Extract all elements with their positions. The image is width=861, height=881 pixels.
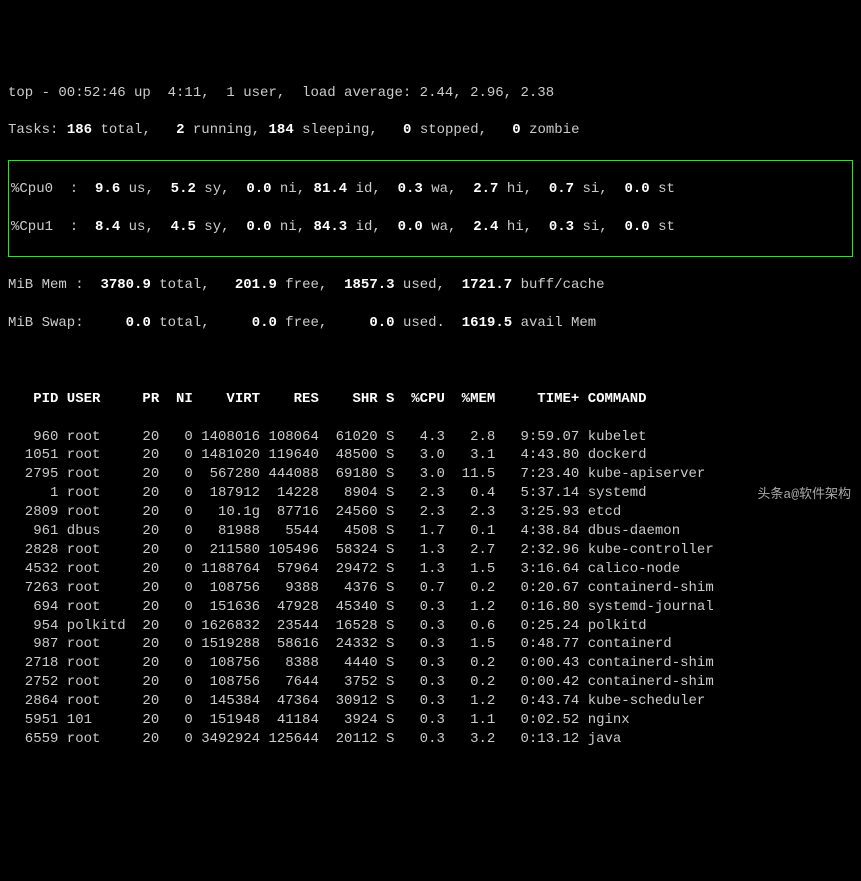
process-row: 2809 root 20 0 10.1g 87716 24560 S 2.3 2… [8,503,853,522]
tasks-line: Tasks: 186 total, 2 running, 184 sleepin… [8,121,853,140]
process-row: 987 root 20 0 1519288 58616 24332 S 0.3 … [8,635,853,654]
process-row: 5951 101 20 0 151948 41184 3924 S 0.3 1.… [8,711,853,730]
process-list: 960 root 20 0 1408016 108064 61020 S 4.3… [8,428,853,749]
process-row: 6559 root 20 0 3492924 125644 20112 S 0.… [8,730,853,749]
process-row: 2828 root 20 0 211580 105496 58324 S 1.3… [8,541,853,560]
cpu-highlight-box: %Cpu0 : 9.6 us, 5.2 sy, 0.0 ni, 81.4 id,… [8,160,853,256]
process-row: 960 root 20 0 1408016 108064 61020 S 4.3… [8,428,853,447]
swap-line: MiB Swap: 0.0 total, 0.0 free, 0.0 used.… [8,314,853,333]
process-row: 961 dbus 20 0 81988 5544 4508 S 1.7 0.1 … [8,522,853,541]
cpu1-line: %Cpu1 : 8.4 us, 4.5 sy, 0.0 ni, 84.3 id,… [11,218,850,237]
process-row: 1051 root 20 0 1481020 119640 48500 S 3.… [8,446,853,465]
process-row: 1 root 20 0 187912 14228 8904 S 2.3 0.4 … [8,484,853,503]
process-row: 954 polkitd 20 0 1626832 23544 16528 S 0… [8,617,853,636]
process-row: 694 root 20 0 151636 47928 45340 S 0.3 1… [8,598,853,617]
process-row: 7263 root 20 0 108756 9388 4376 S 0.7 0.… [8,579,853,598]
process-table-header: PID USER PR NI VIRT RES SHR S %CPU %MEM … [8,390,853,409]
mem-line: MiB Mem : 3780.9 total, 201.9 free, 1857… [8,276,853,295]
process-row: 2864 root 20 0 145384 47364 30912 S 0.3 … [8,692,853,711]
watermark: 头条a@软件架构 [755,486,853,504]
process-row: 4532 root 20 0 1188764 57964 29472 S 1.3… [8,560,853,579]
cpu0-line: %Cpu0 : 9.6 us, 5.2 sy, 0.0 ni, 81.4 id,… [11,180,850,199]
process-row: 2718 root 20 0 108756 8388 4440 S 0.3 0.… [8,654,853,673]
process-row: 2752 root 20 0 108756 7644 3752 S 0.3 0.… [8,673,853,692]
top-uptime-line: top - 00:52:46 up 4:11, 1 user, load ave… [8,84,853,103]
process-row: 2795 root 20 0 567280 444088 69180 S 3.0… [8,465,853,484]
